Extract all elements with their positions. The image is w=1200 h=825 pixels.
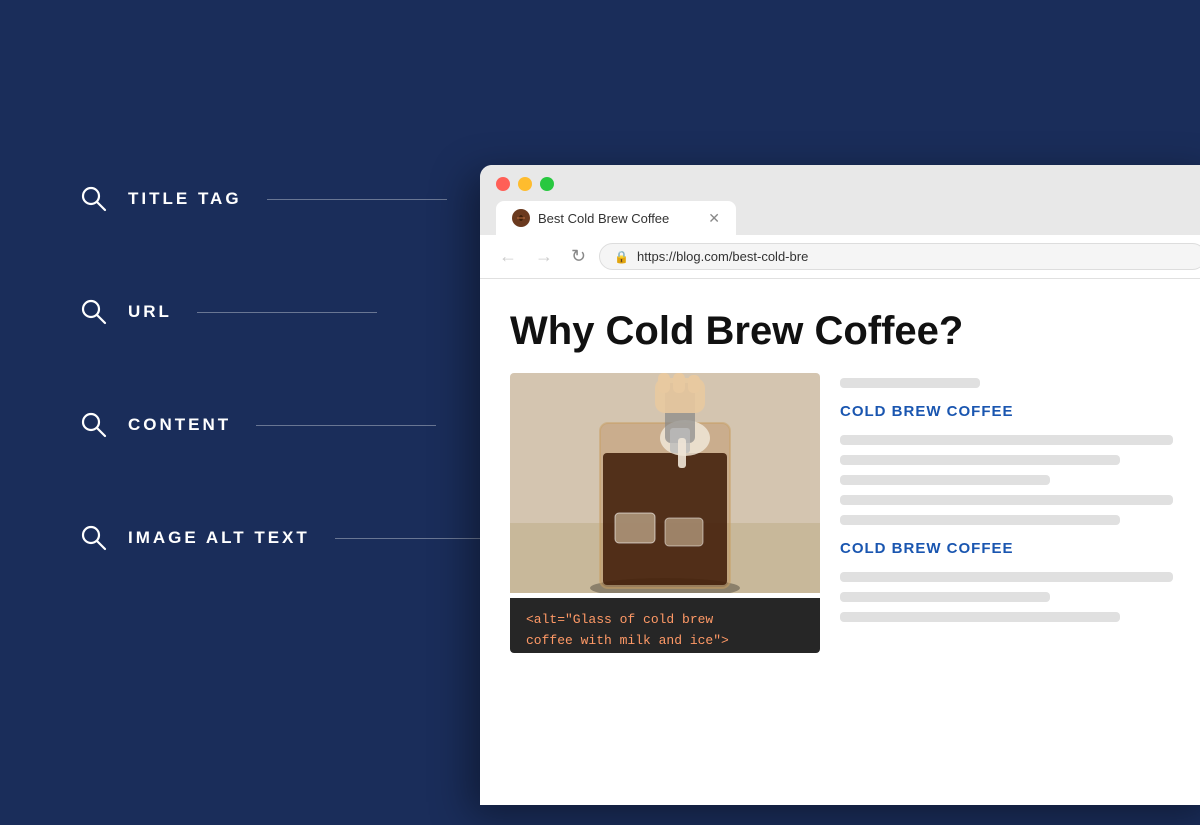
browser-tabs: Best Cold Brew Coffee ✕ — [496, 201, 1200, 235]
content-line-4 — [840, 475, 1050, 485]
sidebar-item-title-tag: TITLE TAG — [80, 185, 515, 213]
browser-chrome: Best Cold Brew Coffee ✕ — [480, 165, 1200, 235]
browser-window: Best Cold Brew Coffee ✕ ← → ↻ 🔒 https://… — [480, 165, 1200, 805]
sidebar-label-content: CONTENT — [128, 415, 231, 435]
search-icon-url — [80, 298, 108, 326]
sidebar-item-url: URL — [80, 298, 515, 326]
content-line-8 — [840, 592, 1050, 602]
content-line-3 — [840, 455, 1120, 465]
sidebar: TITLE TAG URL CONTENT IMAGE ALT TEXT — [80, 185, 515, 552]
sidebar-label-image-alt: IMAGE ALT TEXT — [128, 528, 310, 548]
keyword-link-2: COLD BREW COFFEE — [840, 540, 1190, 557]
lock-icon: 🔒 — [614, 250, 629, 264]
forward-button[interactable]: → — [530, 244, 558, 269]
sidebar-label-url: URL — [128, 302, 172, 322]
dot-green[interactable] — [540, 177, 554, 191]
dot-yellow[interactable] — [518, 177, 532, 191]
back-button[interactable]: ← — [494, 244, 522, 269]
browser-dots — [496, 177, 1200, 191]
right-content-area: COLD BREW COFFEE COLD BREW COFFEE — [840, 373, 1190, 653]
content-line-7 — [840, 572, 1173, 582]
content-line-5 — [840, 495, 1173, 505]
tab-close-button[interactable]: ✕ — [708, 210, 720, 227]
coffee-photo-svg — [510, 373, 820, 593]
refresh-button[interactable]: ↻ — [566, 244, 591, 269]
sidebar-label-title-tag: TITLE TAG — [128, 189, 242, 209]
content-line-2 — [840, 435, 1173, 445]
coffee-image-container: <alt="Glass of cold brewcoffee with milk… — [510, 373, 820, 653]
address-bar[interactable]: 🔒 https://blog.com/best-cold-bre — [599, 243, 1200, 270]
tab-title: Best Cold Brew Coffee — [538, 211, 700, 226]
page-heading: Why Cold Brew Coffee? — [510, 309, 1190, 353]
sidebar-line-content — [256, 425, 436, 426]
browser-tab-active[interactable]: Best Cold Brew Coffee ✕ — [496, 201, 736, 235]
url-text: https://blog.com/best-cold-bre — [637, 249, 808, 264]
content-line-9 — [840, 612, 1120, 622]
browser-nav: ← → ↻ 🔒 https://blog.com/best-cold-bre — [480, 235, 1200, 279]
content-area: <alt="Glass of cold brewcoffee with milk… — [510, 373, 1190, 653]
search-icon-title — [80, 185, 108, 213]
sidebar-item-content: CONTENT — [80, 411, 515, 439]
dot-red[interactable] — [496, 177, 510, 191]
content-line-6 — [840, 515, 1120, 525]
sidebar-item-image-alt: IMAGE ALT TEXT — [80, 524, 515, 552]
browser-content: Why Cold Brew Coffee? — [480, 279, 1200, 673]
sidebar-line-url — [197, 312, 377, 313]
tab-favicon — [512, 209, 530, 227]
keyword-link-1: COLD BREW COFFEE — [840, 403, 1190, 420]
sidebar-line-title-tag — [267, 199, 447, 200]
alt-text-overlay: <alt="Glass of cold brewcoffee with milk… — [510, 598, 820, 653]
search-icon-content — [80, 411, 108, 439]
search-icon-alt — [80, 524, 108, 552]
content-line-1 — [840, 378, 980, 388]
